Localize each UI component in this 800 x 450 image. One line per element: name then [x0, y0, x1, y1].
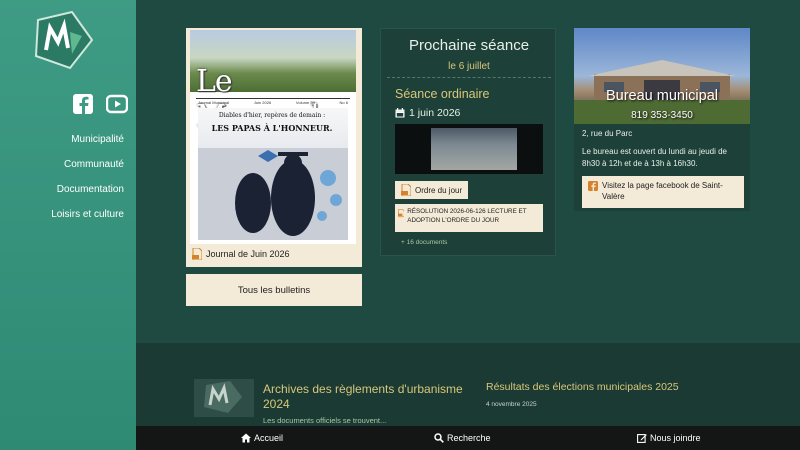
pdf-icon	[398, 208, 405, 218]
cover-meta: Journal Municipal Juin 2026 Volume 30 No…	[198, 100, 348, 105]
main-nav: Municipalité Communauté Documentation Lo…	[51, 134, 124, 234]
news-excerpt-urbanisme: Les documents officiels se trouvent...	[263, 416, 387, 425]
news-thumbnail-logo[interactable]	[194, 379, 254, 417]
cover-meta-month: Juin 2026	[253, 100, 272, 105]
nav-communaute[interactable]: Communauté	[51, 159, 124, 171]
resolution-link[interactable]: RÉSOLUTION 2026-06-126 LECTURE ET ADOPTI…	[395, 204, 543, 232]
nav-loisirs-culture[interactable]: Loisirs et culture	[51, 209, 124, 221]
town-office-address: 2, rue du Parc	[582, 129, 633, 138]
cover-meta-volume: Volume 30	[295, 100, 315, 105]
bottom-bar: Accueil Recherche Nous joindre	[136, 426, 800, 450]
pdf-icon	[192, 248, 202, 260]
more-documents-link[interactable]: + 16 documents	[401, 239, 447, 246]
nav-documentation[interactable]: Documentation	[51, 184, 124, 196]
facebook-link-label: Visitez la page facebook de Saint-Valère	[602, 181, 723, 201]
footer-search-label: Recherche	[447, 433, 491, 443]
all-bulletins-button[interactable]: Tous les bulletins	[186, 274, 362, 306]
facebook-page-link[interactable]: Visitez la page facebook de Saint-Valère	[582, 176, 744, 208]
facebook-icon[interactable]	[72, 94, 94, 114]
next-meeting-date: le 6 juillet	[448, 61, 490, 72]
home-icon	[241, 433, 251, 443]
search-icon	[434, 433, 444, 443]
footer-search-link[interactable]: Recherche	[434, 433, 491, 443]
cover-headline: Diables d'hier, repères de demain :	[218, 112, 326, 119]
news-date-elections: 4 novembre 2025	[486, 401, 537, 408]
nav-municipalite[interactable]: Municipalité	[51, 134, 124, 146]
cover-headline-main: LES PAPAS À L'HONNEUR.	[211, 123, 333, 133]
agenda-label: Ordre du jour	[415, 185, 463, 195]
town-office-phone[interactable]: 819 353-3450	[574, 110, 750, 121]
next-meeting-title: Prochaine séance	[408, 37, 530, 54]
footer-home-label: Accueil	[254, 433, 284, 443]
cover-meta-number: No 6	[339, 100, 348, 105]
sidebar: Municipalité Communauté Documentation Lo…	[0, 0, 136, 450]
agenda-button[interactable]: Ordre du jour	[395, 181, 469, 199]
town-office-hours: Le bureau est ouvert du lundi au jeudi d…	[582, 147, 727, 168]
journal-pdf-link[interactable]: Journal de Juin 2026	[192, 248, 290, 260]
meeting-day: 1 juin 2026	[395, 107, 460, 119]
news-title-elections[interactable]: Résultats des élections municipales 2025	[486, 381, 679, 393]
journal-link-label: Journal de Juin 2026	[206, 249, 290, 259]
next-meeting-card: Prochaine séance le 6 juillet Séance ord…	[380, 28, 556, 256]
mensuel-cover[interactable]: Le Mensuel Journal Municipal Juin 2026 V…	[190, 30, 356, 244]
news-title-urbanisme[interactable]: Archives des règlements d'urbanisme 2024	[263, 382, 463, 412]
footer-contact-link[interactable]: Nous joindre	[637, 433, 701, 443]
edit-icon	[637, 434, 647, 443]
town-office-title: Bureau municipal	[605, 88, 719, 104]
municipality-logo[interactable]	[32, 10, 96, 72]
town-office-card: Bureau municipal 819 353-3450 2, rue du …	[574, 28, 750, 211]
facebook-icon	[588, 181, 598, 191]
pdf-icon	[401, 184, 411, 196]
video-thumbnail	[431, 128, 517, 170]
cover-meta-journal: Journal Municipal	[198, 100, 230, 105]
meeting-day-label: 1 juin 2026	[409, 107, 461, 119]
meeting-video[interactable]	[395, 124, 543, 174]
footer-home-link[interactable]: Accueil	[241, 433, 283, 443]
divider	[387, 77, 551, 78]
meeting-type[interactable]: Séance ordinaire	[395, 87, 490, 101]
calendar-icon	[395, 108, 405, 118]
resolution-label: RÉSOLUTION 2026-06-126 LECTURE ET ADOPTI…	[407, 208, 527, 224]
youtube-icon[interactable]	[106, 94, 128, 114]
cover-rule	[196, 98, 350, 99]
footer-contact-label: Nous joindre	[650, 433, 701, 443]
mensuel-card[interactable]: Le Mensuel Journal Municipal Juin 2026 V…	[186, 28, 362, 267]
